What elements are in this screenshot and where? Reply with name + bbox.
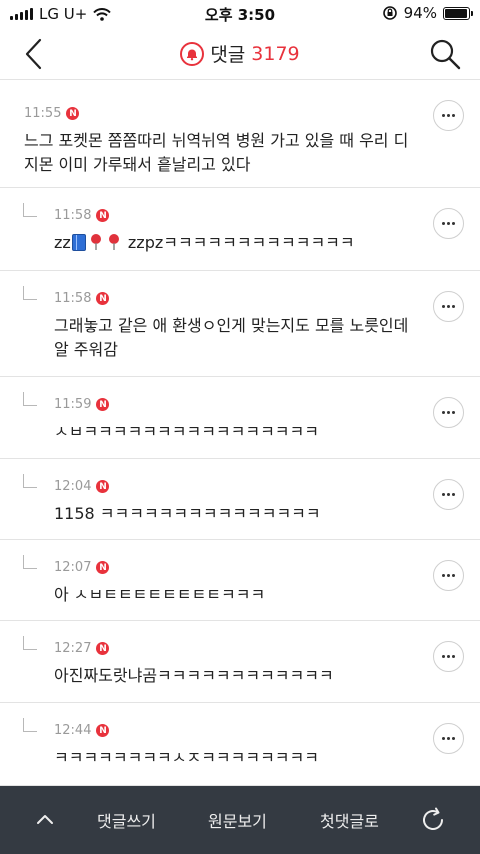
comment-meta: 12:27 N xyxy=(54,641,410,656)
comment-text: ㅋㅋㅋㅋㅋㅋㅋㅋㅅㅈㅋㅋㅋㅋㅋㅋㅋㅋ xyxy=(54,748,319,767)
more-icon xyxy=(442,305,455,308)
comment-text: 아 ㅅㅂㅌㅌㅌㅌㅌㅌㅌㅌㅋㅋㅋ xyxy=(54,585,266,604)
title-label: 댓글 xyxy=(210,44,246,66)
comment-text: zz zzpzㅋㅋㅋㅋㅋㅋㅋㅋㅋㅋㅋㅋㅋ xyxy=(54,231,410,255)
more-icon xyxy=(442,574,455,577)
comment-list[interactable]: 11:55 N 느그 포켓몬 쫌쫌따리 뉘역뉘역 병원 가고 있을 때 우리 디… xyxy=(0,80,480,786)
more-icon xyxy=(442,493,455,496)
refresh-icon[interactable] xyxy=(419,806,447,834)
comment-meta: 12:07 N xyxy=(54,560,410,575)
blue-book-emoji xyxy=(71,234,86,251)
comment-text: ㅅㅂㅋㅋㅋㅋㅋㅋㅋㅋㅋㅋㅋㅋㅋㅋㅋㅋ xyxy=(54,422,319,441)
comment-text-part: zz xyxy=(54,233,71,252)
chevron-up-icon[interactable] xyxy=(33,808,57,832)
new-badge: N xyxy=(96,292,110,305)
battery-percent: 94% xyxy=(403,4,437,22)
search-icon[interactable] xyxy=(428,36,462,72)
reply-item: 12:04 N 1158 ㅋㅋㅋㅋㅋㅋㅋㅋㅋㅋㅋㅋㅋㅋㅋ xyxy=(0,459,480,540)
comment-time: 12:04 xyxy=(54,479,92,494)
new-badge: N xyxy=(96,398,110,411)
reply-arrow-icon xyxy=(23,392,37,406)
comment-meta: 12:04 N xyxy=(54,479,410,494)
more-icon xyxy=(442,737,455,740)
comment-time: 12:44 xyxy=(54,723,92,738)
new-badge: N xyxy=(96,209,110,222)
comment-meta: 12:44 N xyxy=(54,723,410,738)
comment-time: 11:58 xyxy=(54,291,92,306)
comment-meta: 11:55 N xyxy=(24,106,410,121)
page-title: 댓글 3179 xyxy=(0,40,480,67)
new-badge: N xyxy=(96,480,110,493)
reply-item: 12:07 N 아 ㅅㅂㅌㅌㅌㅌㅌㅌㅌㅌㅋㅋㅋ xyxy=(0,540,480,621)
header: 댓글 3179 xyxy=(0,28,480,80)
more-options-button[interactable] xyxy=(433,208,464,239)
reply-arrow-icon xyxy=(23,203,37,217)
reply-arrow-icon xyxy=(23,636,37,650)
round-pushpin-emoji xyxy=(108,234,119,250)
status-right: 94% xyxy=(382,4,473,22)
reply-item: 12:44 N ㅋㅋㅋㅋㅋㅋㅋㅋㅅㅈㅋㅋㅋㅋㅋㅋㅋㅋ xyxy=(0,703,480,786)
bell-icon[interactable] xyxy=(180,41,205,66)
comment-time: 12:07 xyxy=(54,560,92,575)
status-bar: LG U+ 오후 3:50 94% xyxy=(0,0,480,28)
comment-text: 아진짜도랏냐곰ㅋㅋㅋㅋㅋㅋㅋㅋㅋㅋㅋㅋ xyxy=(54,666,334,685)
comment-meta: 11:58 N xyxy=(54,291,410,306)
comment-time: 11:58 xyxy=(54,208,92,223)
more-options-button[interactable] xyxy=(433,560,464,591)
comment-text: 그래놓고 같은 애 환생ㅇ인게 맞는지도 모를 노릇인데 알 주워감 xyxy=(54,316,409,359)
reply-arrow-icon xyxy=(23,718,37,732)
battery-icon xyxy=(443,6,473,20)
more-options-button[interactable] xyxy=(433,723,464,754)
rotation-lock-icon xyxy=(382,6,397,20)
comment-text-part: zzpzㅋㅋㅋㅋㅋㅋㅋㅋㅋㅋㅋㅋㅋ xyxy=(127,233,355,252)
new-badge: N xyxy=(96,642,110,655)
comment-text: 1158 ㅋㅋㅋㅋㅋㅋㅋㅋㅋㅋㅋㅋㅋㅋㅋ xyxy=(54,504,321,523)
new-badge: N xyxy=(96,724,110,737)
reply-arrow-icon xyxy=(23,474,37,488)
view-original-button[interactable]: 원문보기 xyxy=(208,808,267,832)
comment-meta: 11:58 N xyxy=(54,208,410,223)
more-icon xyxy=(442,222,455,225)
comment-time: 11:59 xyxy=(54,397,92,412)
reply-item: 11:59 N ㅅㅂㅋㅋㅋㅋㅋㅋㅋㅋㅋㅋㅋㅋㅋㅋㅋㅋ xyxy=(0,377,480,459)
more-options-button[interactable] xyxy=(433,479,464,510)
new-badge: N xyxy=(66,107,80,120)
reply-arrow-icon xyxy=(23,555,37,569)
more-options-button[interactable] xyxy=(433,100,464,131)
reply-arrow-icon xyxy=(23,286,37,300)
comment-count: 3179 xyxy=(251,42,300,65)
round-pushpin-emoji xyxy=(90,234,101,250)
reply-item: 12:27 N 아진짜도랏냐곰ㅋㅋㅋㅋㅋㅋㅋㅋㅋㅋㅋㅋ xyxy=(0,621,480,703)
bottom-toolbar: 댓글쓰기 원문보기 첫댓글로 xyxy=(0,786,480,854)
more-icon xyxy=(442,655,455,658)
reply-item: 11:58 N 그래놓고 같은 애 환생ㅇ인게 맞는지도 모를 노릇인데 알 주… xyxy=(0,271,480,377)
comment-time: 11:55 xyxy=(24,106,62,121)
comment-meta: 11:59 N xyxy=(54,397,410,412)
more-options-button[interactable] xyxy=(433,291,464,322)
first-comment-button[interactable]: 첫댓글로 xyxy=(320,808,379,832)
comment-text: 느그 포켓몬 쫌쫌따리 뉘역뉘역 병원 가고 있을 때 우리 디지몬 이미 가루… xyxy=(24,131,409,174)
new-badge: N xyxy=(96,561,110,574)
comment-time: 12:27 xyxy=(54,641,92,656)
write-comment-button[interactable]: 댓글쓰기 xyxy=(97,808,156,832)
more-icon xyxy=(442,411,455,414)
reply-item: 11:58 N zz zzpzㅋㅋㅋㅋㅋㅋㅋㅋㅋㅋㅋㅋㅋ xyxy=(0,188,480,271)
more-options-button[interactable] xyxy=(433,641,464,672)
comment-item: 11:55 N 느그 포켓몬 쫌쫌따리 뉘역뉘역 병원 가고 있을 때 우리 디… xyxy=(0,80,480,188)
more-options-button[interactable] xyxy=(433,397,464,428)
more-icon xyxy=(442,114,455,117)
